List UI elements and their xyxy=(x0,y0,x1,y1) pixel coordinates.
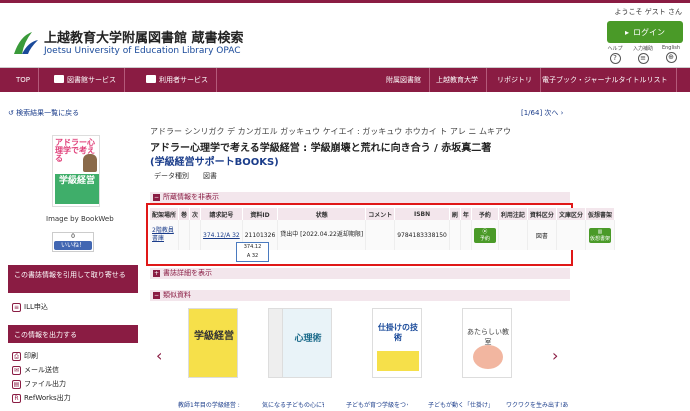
reserve-button[interactable]: ⦿ 予約 xyxy=(473,227,496,243)
data-type-row: データ種別 図書 xyxy=(154,172,217,180)
related-caption-4[interactable]: 子どもが動く「仕掛け」の xyxy=(428,400,490,409)
related-toggle[interactable]: − 類似資料 xyxy=(150,290,570,301)
nav-university[interactable]: 上越教育大学 xyxy=(428,68,487,92)
site-header: 上越教育大学附属図書館 蔵書検索 Joetsu University of Ed… xyxy=(0,18,690,68)
material-type: 図書 xyxy=(527,220,557,250)
related-carousel: ‹ › 学級経営 ▭ 心理術 仕掛けの技術 あたらしい教室 教師1年目の学級経営… xyxy=(150,302,570,411)
welcome-text: ようこそ ゲスト さん xyxy=(614,8,682,16)
loan-status: 貸出中 [2022.04.22返却期限] xyxy=(277,220,367,250)
output-box: この情報を出力する xyxy=(8,325,138,343)
building-icon xyxy=(54,75,64,83)
print-link[interactable]: ⎙ 印刷 xyxy=(12,351,38,361)
keyboard-icon: ≡ xyxy=(637,53,649,64)
carousel-next-icon[interactable]: › xyxy=(552,346,558,365)
top-strip: ようこそ ゲスト さん xyxy=(0,0,690,20)
refworks-link[interactable]: R RefWorks出力 xyxy=(12,393,71,403)
table-row: 2階教員書庫 374.12/A 32 21101326 貸出中 [2022.04… xyxy=(150,220,615,250)
cite-request-box: この書誌情報を引用して取り寄せる xyxy=(8,265,138,293)
input-assist-link[interactable]: 入力補助 ≡ xyxy=(631,45,655,64)
expand-icon: + xyxy=(153,270,160,277)
related-book-1[interactable]: 学級経営 xyxy=(188,308,238,378)
utility-icons: ヘルプ ? 入力補助 ≡ English ⊕ xyxy=(603,45,687,67)
related-book-2[interactable]: 心理術 xyxy=(282,308,332,378)
virtual-shelf-button[interactable]: ▥ 仮想書架 xyxy=(588,227,611,243)
series-link[interactable]: (学級経営サポートBOOKS) xyxy=(150,153,279,168)
call-number-popup: 374.12 A 32 xyxy=(236,242,269,262)
nav-user-services[interactable]: 利用者サービス xyxy=(138,68,217,92)
nav-top[interactable]: TOP xyxy=(8,68,40,92)
main-nav: TOP 図書館サービス 利用者サービス 附属図書館 上越教育大学 リポジトリ 電… xyxy=(0,68,690,92)
like-button[interactable]: いいね！ xyxy=(54,241,92,250)
library-subtitle: Joetsu University of Education Library O… xyxy=(44,46,241,56)
related-caption-1[interactable]: 教師1年目の学級経営 : 担 xyxy=(178,400,240,409)
book-cover: アドラー心理学で考える 学級経営 xyxy=(52,135,100,207)
user-card-icon xyxy=(146,75,156,83)
nav-ebooks[interactable]: 電子ブック・ジャーナルタイトルリスト xyxy=(534,68,677,92)
holdings-table: 配架場所巻次 請求記号 資料ID 状態 コメント ISBN 刷 年予約 利用注記 資料区分… xyxy=(150,208,615,250)
library-title: 上越教育大学附属図書館 蔵書検索 xyxy=(44,31,244,46)
related-caption-3[interactable]: 子どもが育つ学級をつくる xyxy=(346,400,408,409)
back-arrow-icon: ↺ xyxy=(8,109,17,117)
ill-request-link[interactable]: ≡ ILL申込 xyxy=(12,302,48,312)
globe-icon: ⊕ xyxy=(665,52,677,63)
holdings-header-row: 配架場所巻次 請求記号 資料ID 状態 コメント ISBN 刷 年予約 利用注記 資料区分… xyxy=(150,208,615,220)
next-arrow-icon: › xyxy=(560,109,564,117)
image-credit: Image by BookWeb xyxy=(46,215,114,223)
print-icon: ⎙ xyxy=(12,351,21,361)
record-pager[interactable]: [1/64] 次へ › xyxy=(521,108,563,118)
record-title: アドラー心理学で考える学級経営 : 学級崩壊と荒れに向き合う / 赤坂真二著 xyxy=(150,143,492,154)
university-logo-icon xyxy=(14,32,38,54)
help-link[interactable]: ヘルプ ? xyxy=(603,45,627,64)
login-button[interactable]: ▸ ログイン xyxy=(607,21,683,43)
help-icon: ? xyxy=(609,53,621,64)
carousel-prev-icon[interactable]: ‹ xyxy=(156,346,162,365)
email-link[interactable]: ✉ メール送信 xyxy=(12,365,59,375)
nav-library-services[interactable]: 図書館サービス xyxy=(46,68,125,92)
title-reading: アドラー シンリガク デ カンガエル ガッキュウ ケイエイ : ガッキュウ ホウ… xyxy=(150,127,511,136)
login-label: ログイン xyxy=(633,27,665,37)
collapse-icon: − xyxy=(153,292,160,299)
author-figure-icon xyxy=(83,154,97,172)
english-link[interactable]: English ⊕ xyxy=(659,45,683,63)
file-output-link[interactable]: ▤ ファイル出力 xyxy=(12,379,66,389)
like-widget[interactable]: 0 いいね！ xyxy=(52,232,94,252)
bib-detail-toggle[interactable]: + 書誌詳細を表示 xyxy=(150,268,570,279)
location-link[interactable]: 2階教員書庫 xyxy=(150,220,180,250)
file-icon: ▤ xyxy=(12,379,21,389)
isbn-value: 9784183338150 xyxy=(394,220,450,250)
ill-icon: ≡ xyxy=(12,302,21,312)
collapse-icon: − xyxy=(153,194,160,201)
nav-library[interactable]: 附属図書館 xyxy=(378,68,430,92)
related-caption-5[interactable]: ワクワクを生み出す!あたら xyxy=(506,400,568,409)
back-to-results-link[interactable]: ↺ 検索結果一覧に戻る xyxy=(8,108,79,118)
holdings-toggle[interactable]: − 所蔵情報を非表示 xyxy=(150,192,570,203)
related-caption-2[interactable]: 気になる子どもの心に寄り xyxy=(262,400,324,409)
refworks-icon: R xyxy=(12,393,21,403)
related-book-3[interactable]: 仕掛けの技術 xyxy=(372,308,422,378)
login-icon: ▸ xyxy=(624,27,629,37)
mail-icon: ✉ xyxy=(12,365,21,375)
related-book-4[interactable]: あたらしい教室 xyxy=(462,308,512,378)
